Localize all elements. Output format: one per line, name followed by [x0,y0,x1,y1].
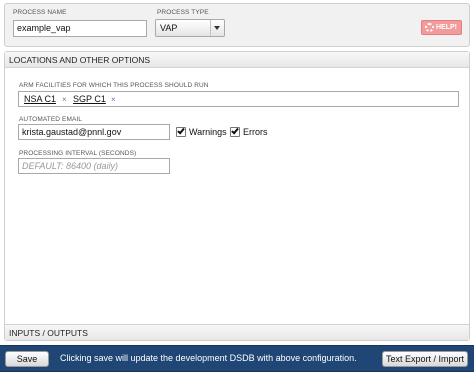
interval-label: PROCESSING INTERVAL (SECONDS) [19,150,137,157]
process-type-value: VAP [160,23,178,33]
locations-panel: LOCATIONS AND OTHER OPTIONS ARM FACILITI… [4,51,470,341]
warnings-checkbox[interactable] [176,126,186,137]
checkmark-icon [231,126,239,135]
errors-label: Errors [243,127,268,137]
process-type-select[interactable]: VAP [155,19,225,37]
locations-section-header[interactable]: LOCATIONS AND OTHER OPTIONS [5,52,469,68]
email-label: AUTOMATED EMAIL [19,116,83,123]
warnings-label: Warnings [189,127,227,137]
process-name-label: PROCESS NAME [13,9,67,16]
chevron-down-icon [210,20,224,36]
checkmark-icon [177,126,185,135]
process-name-input[interactable]: example_vap [13,20,147,37]
process-type-label: PROCESS TYPE [157,9,209,16]
lifebuoy-icon [425,23,434,32]
email-input[interactable]: krista.gaustad@pnnl.gov [18,124,170,140]
help-button[interactable]: HELP! [421,20,462,35]
help-button-label: HELP! [436,24,457,31]
facility-tag-sgp-c1-remove-icon[interactable]: × [111,94,116,105]
facility-tag-sgp-c1[interactable]: SGP C1 [73,94,106,105]
inputs-outputs-section-header[interactable]: INPUTS / OUTPUTS [5,324,469,340]
interval-input[interactable]: DEFAULT: 86400 (daily) [18,158,170,174]
facilities-tag-input[interactable]: NSA C1 × SGP C1 × [18,91,459,107]
process-panel: PROCESS NAME example_vap PROCESS TYPE VA… [4,3,470,47]
errors-checkbox[interactable] [230,126,240,137]
text-export-import-button[interactable]: Text Export / Import [382,351,468,367]
footer-bar: Save Clicking save will update the devel… [0,345,474,372]
facilities-label: ARM FACILITIES FOR WHICH THIS PROCESS SH… [19,82,209,89]
save-button[interactable]: Save [5,351,49,367]
save-message: Clicking save will update the developmen… [60,353,357,363]
facility-tag-nsa-c1-remove-icon[interactable]: × [62,94,67,105]
facility-tag-nsa-c1[interactable]: NSA C1 [24,94,56,105]
